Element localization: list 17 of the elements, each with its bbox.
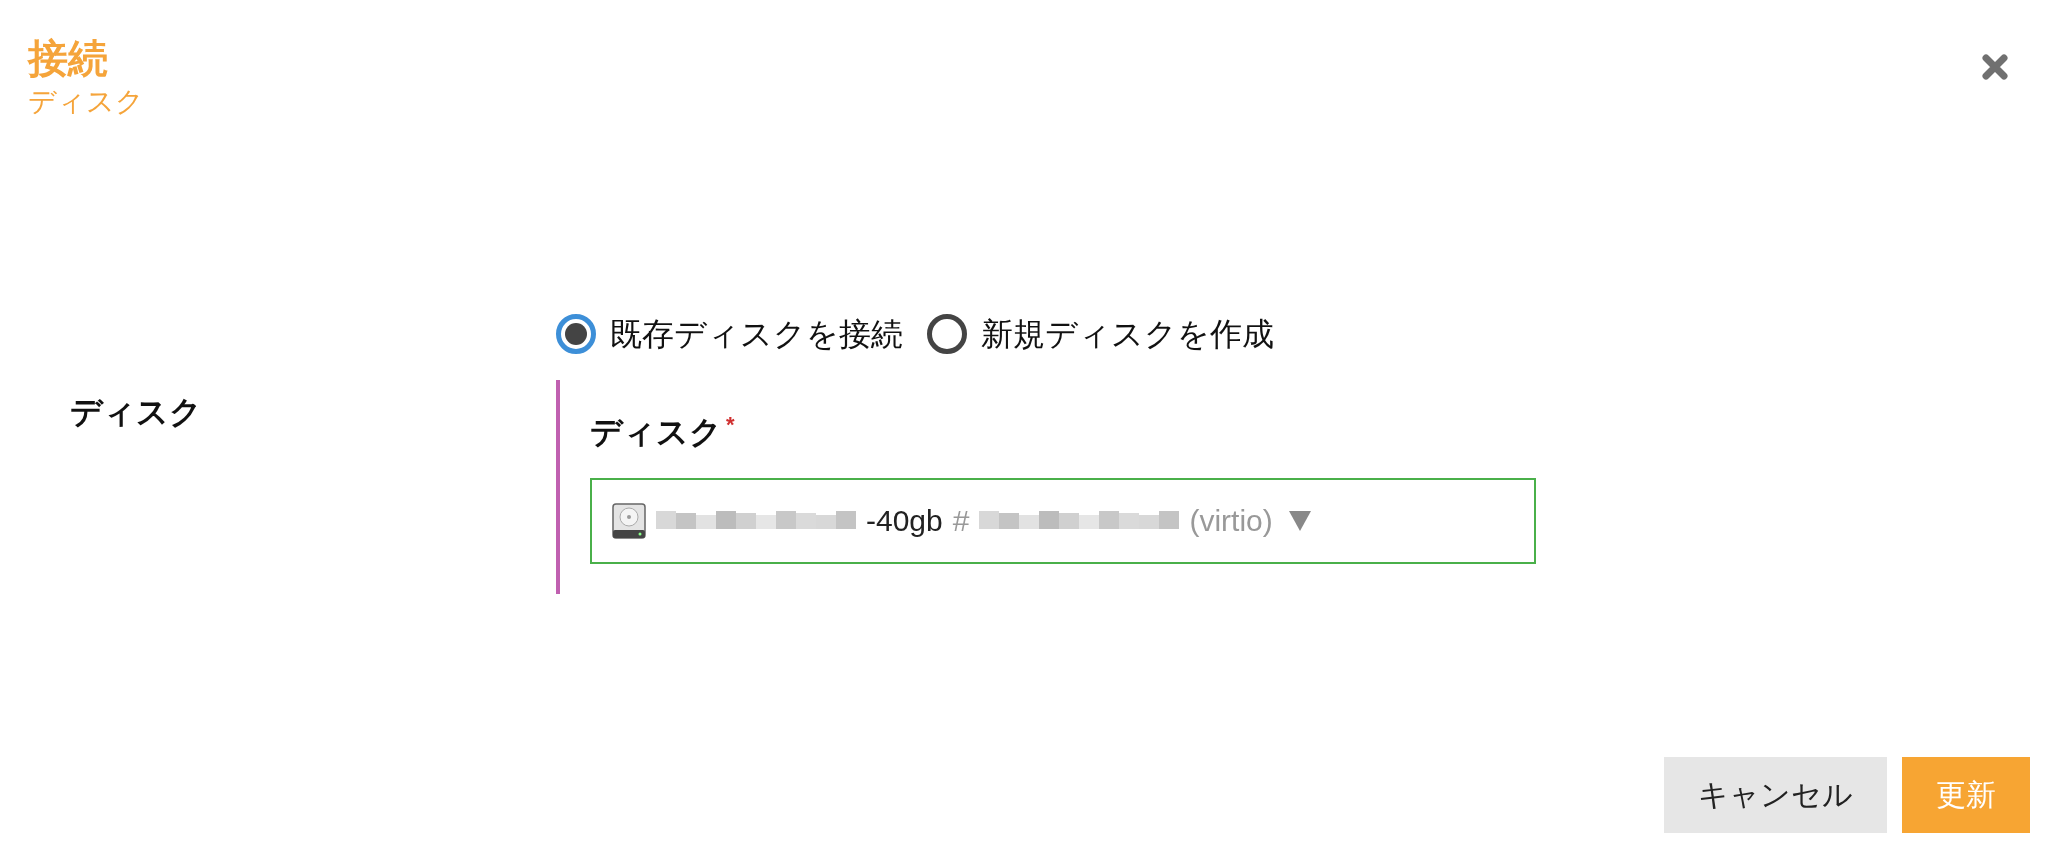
radio-option[interactable]: 新規ディスクを作成 bbox=[927, 312, 1274, 356]
disk-select[interactable]: -40gb # (virtio) bbox=[590, 478, 1536, 564]
caret-icon bbox=[1288, 511, 1311, 531]
dialog-subtitle: ディスク bbox=[28, 85, 144, 119]
value-hint: (virtio) bbox=[1189, 504, 1273, 538]
close-icon bbox=[1982, 54, 2008, 80]
radio-button[interactable] bbox=[927, 314, 967, 354]
form-label: ディスク bbox=[69, 393, 203, 432]
dialog-title: 接続 bbox=[28, 35, 109, 82]
value-hint: # bbox=[952, 504, 970, 538]
value-text: -40gb bbox=[866, 504, 943, 538]
cancel-button[interactable]: キャンセル bbox=[1664, 757, 1887, 833]
radio-option[interactable]: 既存ディスクを接続 bbox=[556, 312, 903, 356]
required-mark: * bbox=[726, 411, 735, 439]
close-button[interactable] bbox=[1982, 54, 2008, 80]
field-label: ディスク bbox=[590, 413, 722, 452]
radio-button[interactable] bbox=[556, 314, 596, 354]
